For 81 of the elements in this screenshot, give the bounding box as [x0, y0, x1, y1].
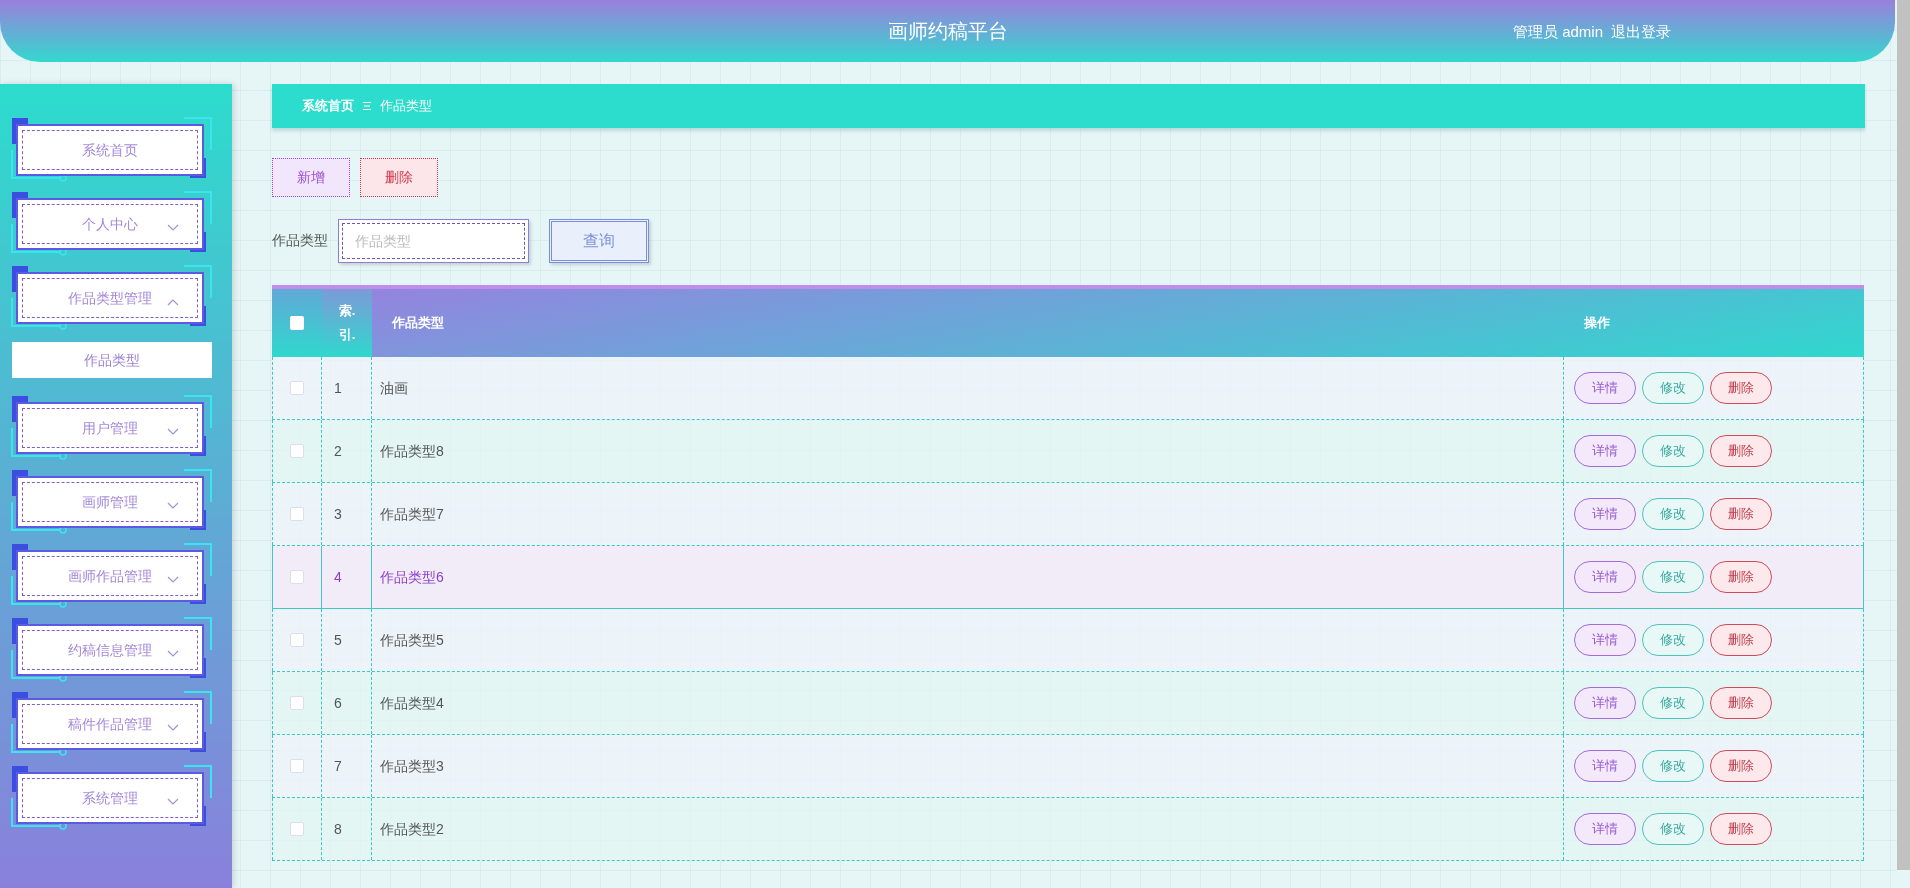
sidebar-item[interactable]: 约稿信息管理 [16, 624, 204, 676]
table-cell-text: 8 [334, 819, 342, 839]
sidebar-item[interactable]: 稿件作品管理 [16, 698, 204, 750]
site-title: 画师约稿平台 [887, 19, 1008, 44]
delete-button[interactable]: 删除 [1710, 372, 1772, 404]
table-cell-text: 6 [334, 693, 342, 713]
table-row[interactable]: 8 作品类型2 详情 修改 删除 [272, 798, 1864, 861]
table-cell-text: 作品类型2 [380, 819, 444, 839]
table-cell-text: 作品类型4 [380, 693, 444, 713]
detail-button[interactable]: 详情 [1574, 561, 1636, 593]
submenu-item[interactable]: 作品类型 [12, 342, 212, 378]
sidebar-item[interactable]: 系统首页 [16, 124, 204, 176]
detail-button[interactable]: 详情 [1574, 750, 1636, 782]
row-checkbox[interactable] [290, 759, 304, 773]
delete-button[interactable]: 删除 [360, 158, 438, 197]
sidebar-item[interactable]: 用户管理 [16, 402, 204, 454]
table-row[interactable]: 1 油画 详情 修改 删除 [272, 357, 1864, 420]
delete-button[interactable]: 删除 [1710, 561, 1772, 593]
edit-button[interactable]: 修改 [1642, 561, 1704, 593]
detail-button[interactable]: 详情 [1574, 498, 1636, 530]
table-row[interactable]: 5 作品类型5 详情 修改 删除 [272, 609, 1864, 672]
header-cell-text: 作品类型 [390, 314, 445, 333]
table-cell-text: 4 [334, 567, 342, 587]
edit-button[interactable]: 修改 [1642, 750, 1704, 782]
row-checkbox[interactable] [290, 822, 304, 836]
row-checkbox[interactable] [290, 444, 304, 458]
edit-button[interactable]: 修改 [1642, 624, 1704, 656]
sidebar-item[interactable]: 画师管理 [16, 476, 204, 528]
delete-button[interactable]: 删除 [1710, 687, 1772, 719]
table-cell-text: 作品类型6 [380, 567, 444, 587]
detail-button[interactable]: 详情 [1574, 813, 1636, 845]
table-cell-text: 3 [334, 504, 342, 524]
table-cell-text: 作品类型7 [380, 504, 444, 524]
scrollbar[interactable] [1897, 0, 1910, 870]
table-cell-text: 5 [334, 630, 342, 650]
table-cell-text: 1 [334, 378, 342, 398]
add-button[interactable]: 新增 [272, 158, 350, 197]
select-all-checkbox[interactable] [290, 316, 304, 330]
edit-button[interactable]: 修改 [1642, 498, 1704, 530]
search-button[interactable]: 查询 [549, 218, 649, 263]
header-cell: 索.引. [322, 289, 372, 357]
detail-button[interactable]: 详情 [1574, 435, 1636, 467]
user-label: 管理员 admin [1513, 22, 1604, 42]
table-cell-text: 作品类型8 [380, 441, 444, 461]
detail-button[interactable]: 详情 [1574, 687, 1636, 719]
delete-button[interactable]: 删除 [1710, 813, 1772, 845]
row-checkbox[interactable] [290, 507, 304, 521]
delete-button[interactable]: 删除 [1710, 435, 1772, 467]
menu-icon [362, 101, 372, 111]
logout-link[interactable]: 退出登录 [1611, 21, 1672, 44]
breadcrumb-current: 作品类型 [380, 97, 432, 116]
row-checkbox[interactable] [290, 381, 304, 395]
table-row[interactable]: 7 作品类型3 详情 修改 删除 [272, 735, 1864, 798]
delete-button[interactable]: 删除 [1710, 498, 1772, 530]
row-checkbox[interactable] [290, 696, 304, 710]
search-label: 作品类型 [272, 231, 328, 250]
row-checkbox[interactable] [290, 570, 304, 584]
table-cell-text: 油画 [380, 378, 408, 398]
sidebar-item[interactable]: 作品类型管理 [16, 272, 204, 324]
table-cell-text: 2 [334, 441, 342, 461]
table-row[interactable]: 2 作品类型8 详情 修改 删除 [272, 420, 1864, 483]
delete-button[interactable]: 删除 [1710, 624, 1772, 656]
header-cell-text: 操作 [1583, 314, 1611, 333]
row-checkbox[interactable] [290, 633, 304, 647]
table-row[interactable]: 6 作品类型4 详情 修改 删除 [272, 672, 1864, 735]
search-field[interactable]: 作品类型 [338, 218, 529, 263]
table-cell-text: 7 [334, 756, 342, 776]
sidebar-item[interactable]: 系统管理 [16, 772, 204, 824]
detail-button[interactable]: 详情 [1574, 624, 1636, 656]
edit-button[interactable]: 修改 [1642, 687, 1704, 719]
edit-button[interactable]: 修改 [1642, 813, 1704, 845]
detail-button[interactable]: 详情 [1574, 372, 1636, 404]
edit-button[interactable]: 修改 [1642, 435, 1704, 467]
table-row[interactable]: 4 作品类型6 详情 修改 删除 [272, 546, 1864, 609]
sidebar-item[interactable]: 画师作品管理 [16, 550, 204, 602]
table-cell-text: 作品类型5 [380, 630, 444, 650]
delete-button[interactable]: 删除 [1710, 750, 1772, 782]
table-row[interactable]: 3 作品类型7 详情 修改 删除 [272, 483, 1864, 546]
edit-button[interactable]: 修改 [1642, 372, 1704, 404]
table-cell-text: 作品类型3 [380, 756, 444, 776]
sidebar-item[interactable]: 个人中心 [16, 198, 204, 250]
